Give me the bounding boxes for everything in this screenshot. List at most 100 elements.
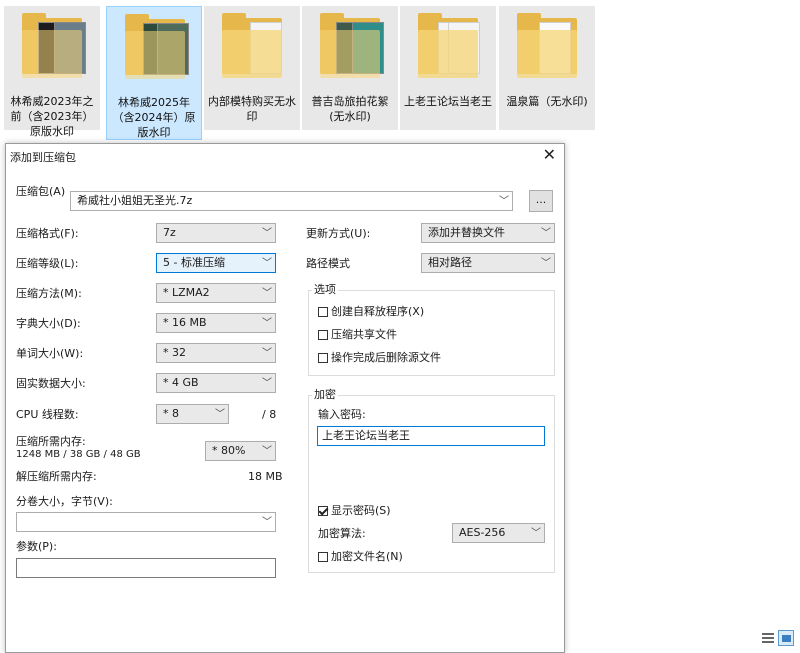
compress-memory-detail: 1248 MB / 38 GB / 48 GB <box>16 449 141 460</box>
path-mode-label: 路径模式 <box>306 257 350 270</box>
folder-name: 上老王论坛当老王 <box>404 95 492 108</box>
delete-after-checkbox[interactable]: 操作完成后删除源文件 <box>318 351 441 365</box>
chevron-down-icon: ﹀ <box>262 258 272 269</box>
create-sfx-label: 创建自释放程序(X) <box>331 305 425 318</box>
cpu-threads-combo[interactable]: * 8 ﹀ <box>156 404 229 424</box>
folder-icon <box>416 10 480 82</box>
dictionary-label: 字典大小(D): <box>16 317 81 330</box>
folder-tile[interactable]: 林希威2023年之前（含2023年）原版水印 <box>4 6 100 138</box>
word-size-combo[interactable]: * 32 ﹀ <box>156 343 276 363</box>
compress-shared-checkbox[interactable]: 压缩共享文件 <box>318 328 397 342</box>
folder-name: 林希威2023年之前（含2023年）原版水印 <box>10 95 94 138</box>
password-input[interactable]: 上老王论坛当老王 <box>317 426 545 446</box>
cpu-threads-total: / 8 <box>262 408 277 421</box>
level-value: 5 - 标准压缩 <box>163 256 225 269</box>
dialog-titlebar: 添加到压缩包 ✕ <box>6 144 564 168</box>
folder-tile-selected[interactable]: 林希威2025年（含2024年）原版水印 <box>106 6 202 140</box>
decompress-memory-value: 18 MB <box>248 470 283 483</box>
checkbox-icon <box>318 552 328 562</box>
details-view-icon[interactable] <box>760 630 776 646</box>
chevron-down-icon: ﹀ <box>215 409 225 420</box>
folder-icon <box>123 11 189 83</box>
decompress-memory-label: 解压缩所需内存: <box>16 470 97 483</box>
checkbox-icon <box>318 307 328 317</box>
encryption-method-label: 加密算法: <box>318 527 366 540</box>
path-mode-combo[interactable]: 相对路径 ﹀ <box>421 253 555 273</box>
format-label: 压缩格式(F): <box>16 227 79 240</box>
folder-tile[interactable]: 温泉篇（无水印) <box>499 6 595 130</box>
dictionary-combo[interactable]: * 16 MB ﹀ <box>156 313 276 333</box>
solid-block-label: 固实数据大小: <box>16 377 86 390</box>
folder-icon <box>318 10 384 82</box>
show-password-label: 显示密码(S) <box>331 504 391 517</box>
compress-memory-label: 压缩所需内存: <box>16 435 86 448</box>
compress-shared-label: 压缩共享文件 <box>331 328 397 341</box>
parameters-label: 参数(P): <box>16 540 57 553</box>
solid-block-combo[interactable]: * 4 GB ﹀ <box>156 373 276 393</box>
update-mode-label: 更新方式(U): <box>306 227 371 240</box>
memory-usage-value: * 80% <box>212 444 246 457</box>
word-size-label: 单词大小(W): <box>16 347 84 360</box>
file-tiles-area: 林希威2023年之前（含2023年）原版水印 林希威2025年（含2024年）原… <box>0 0 800 140</box>
chevron-down-icon: ﹀ <box>262 378 272 389</box>
password-label: 输入密码: <box>318 408 366 421</box>
dictionary-value: * 16 MB <box>163 316 207 329</box>
chevron-down-icon: ﹀ <box>262 446 272 457</box>
checkbox-checked-icon <box>318 506 328 516</box>
create-sfx-checkbox[interactable]: 创建自释放程序(X) <box>318 305 424 319</box>
folder-tile[interactable]: 内部模特购买无水印 <box>204 6 300 130</box>
level-label: 压缩等级(L): <box>16 257 79 270</box>
encryption-group-title: 加密 <box>312 388 338 402</box>
encryption-method-value: AES-256 <box>459 526 506 539</box>
chevron-down-icon: ﹀ <box>262 348 272 359</box>
path-mode-value: 相对路径 <box>428 256 472 269</box>
show-password-checkbox[interactable]: 显示密码(S) <box>318 504 391 518</box>
parameters-input[interactable] <box>16 558 276 578</box>
chevron-down-icon: ﹀ <box>262 228 272 239</box>
chevron-down-icon: ﹀ <box>262 517 272 528</box>
folder-name: 普吉岛旅拍花絮(无水印) <box>311 95 389 123</box>
folder-name: 内部模特购买无水印 <box>208 95 296 123</box>
split-volume-label: 分卷大小，字节(V): <box>16 495 113 508</box>
chevron-down-icon: ﹀ <box>531 528 541 539</box>
folder-name: 林希威2025年（含2024年）原版水印 <box>112 96 196 139</box>
folder-tile[interactable]: 普吉岛旅拍花絮(无水印) <box>302 6 398 130</box>
split-volume-combo[interactable]: ﹀ <box>16 512 276 532</box>
format-value: 7z <box>163 226 176 239</box>
archive-label: 压缩包(A) <box>16 185 66 198</box>
method-label: 压缩方法(M): <box>16 287 82 300</box>
close-icon[interactable]: ✕ <box>543 146 556 164</box>
add-to-archive-dialog: 添加到压缩包 ✕ 压缩包(A) 希威社小姐姐无圣光.7z ﹀ ... 压缩格式(… <box>5 143 565 653</box>
delete-after-label: 操作完成后删除源文件 <box>331 351 441 364</box>
cpu-threads-label: CPU 线程数: <box>16 408 79 421</box>
large-icons-view-icon[interactable] <box>778 630 794 646</box>
dialog-title: 添加到压缩包 <box>10 151 76 164</box>
format-combo[interactable]: 7z ﹀ <box>156 223 276 243</box>
method-combo[interactable]: * LZMA2 ﹀ <box>156 283 276 303</box>
folder-icon <box>220 10 284 82</box>
folder-tile[interactable]: 上老王论坛当老王 <box>400 6 496 130</box>
checkbox-icon <box>318 330 328 340</box>
browse-button[interactable]: ... <box>529 190 553 212</box>
encrypt-filenames-label: 加密文件名(N) <box>331 550 403 563</box>
folder-name: 温泉篇（无水印) <box>506 95 588 108</box>
memory-usage-combo[interactable]: * 80% ﹀ <box>205 441 276 461</box>
view-toggle <box>758 630 798 648</box>
encryption-method-combo[interactable]: AES-256 ﹀ <box>452 523 545 543</box>
chevron-down-icon[interactable]: ﹀ <box>499 193 509 211</box>
update-mode-combo[interactable]: 添加并替换文件 ﹀ <box>421 223 555 243</box>
cpu-threads-value: * 8 <box>163 407 179 420</box>
folder-icon <box>515 10 579 82</box>
checkbox-icon <box>318 353 328 363</box>
chevron-down-icon: ﹀ <box>541 228 551 239</box>
archive-path-value: 希威社小姐姐无圣光.7z <box>77 194 193 207</box>
chevron-down-icon: ﹀ <box>541 258 551 269</box>
solid-block-value: * 4 GB <box>163 376 199 389</box>
level-combo[interactable]: 5 - 标准压缩 ﹀ <box>156 253 276 273</box>
encrypt-filenames-checkbox[interactable]: 加密文件名(N) <box>318 550 403 564</box>
word-size-value: * 32 <box>163 346 186 359</box>
options-group-title: 选项 <box>312 283 338 297</box>
method-value: * LZMA2 <box>163 286 210 299</box>
archive-path-combo[interactable]: 希威社小姐姐无圣光.7z ﹀ <box>70 191 513 211</box>
chevron-down-icon: ﹀ <box>262 318 272 329</box>
